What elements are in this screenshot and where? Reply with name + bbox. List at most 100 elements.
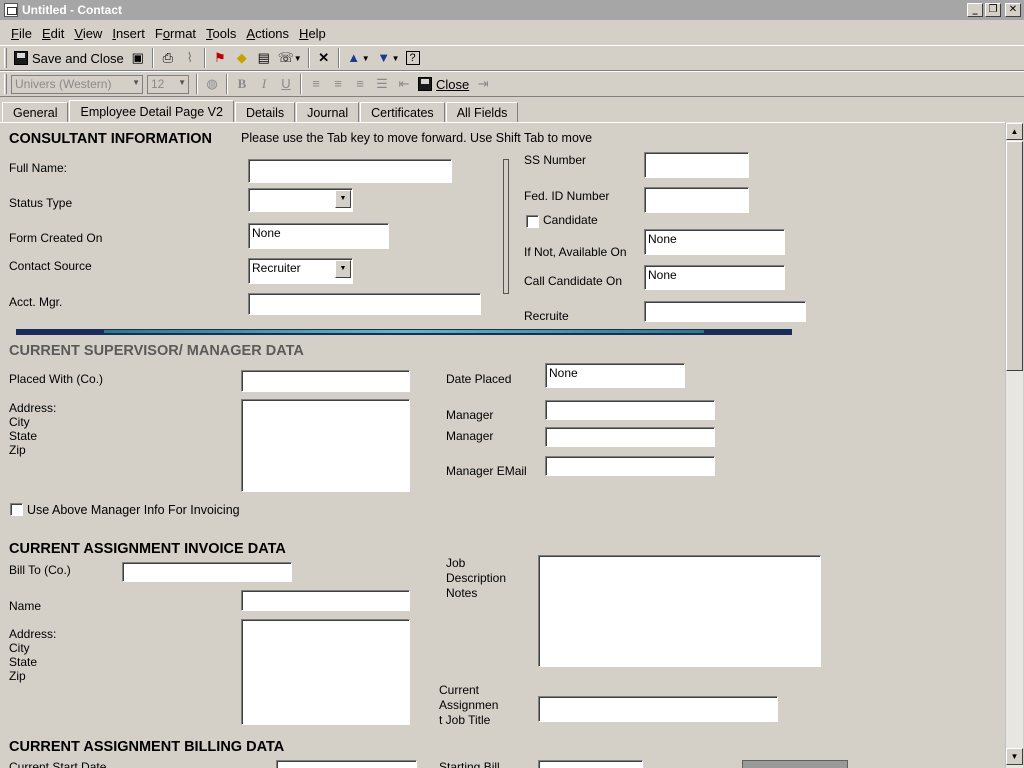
invoice-address-textarea[interactable] (241, 619, 410, 725)
job-title-label: Current Assignmen t Job Title (439, 683, 498, 728)
menu-edit[interactable]: Edit (37, 26, 69, 41)
start-date-label: Current Start Date (9, 760, 107, 768)
contact-source-dropdown[interactable]: Recruiter ▼ (248, 258, 353, 284)
restore-button[interactable]: ❐ (985, 3, 1001, 17)
font-color-button[interactable]: ◍ (201, 73, 223, 95)
address-label: Address: (9, 401, 57, 415)
menu-bar: File Edit View Insert Format Tools Actio… (0, 22, 1024, 44)
call-candidate-label: Call Candidate On (524, 274, 623, 288)
align-right-button[interactable]: ≡ (349, 73, 371, 95)
recruiter-field[interactable] (644, 301, 806, 322)
start-date-field[interactable] (276, 760, 417, 768)
italic-button[interactable]: I (253, 73, 275, 95)
save-and-close-label: Save and Close (32, 50, 124, 66)
menu-view[interactable]: View (69, 26, 107, 41)
candidate-placed-label: Candidate Placed (543, 213, 598, 227)
minimize-button[interactable]: _ (967, 3, 983, 17)
help-button[interactable]: ? (403, 47, 423, 69)
use-above-checkbox[interactable] (10, 503, 23, 516)
bullets-button[interactable]: ☰ (371, 73, 393, 95)
state-label: State (9, 429, 38, 443)
scroll-down-arrow-icon[interactable]: ▼ (1006, 748, 1023, 765)
menu-tools[interactable]: Tools (201, 26, 241, 41)
manager-first-field[interactable] (545, 400, 715, 420)
font-name-combo[interactable]: Univers (Western) ▼ (11, 74, 143, 94)
underline-button[interactable]: U (275, 73, 297, 95)
toolbar-grip[interactable] (4, 74, 7, 94)
use-above-label: Use Above Manager Info For Invoicing (27, 503, 240, 517)
tab-general[interactable]: General (2, 102, 69, 122)
tab-journal[interactable]: Journal (296, 102, 360, 122)
font-size-combo[interactable]: 12 ▼ (147, 74, 189, 94)
align-center-icon: ≡ (334, 76, 342, 91)
placed-with-field[interactable] (241, 370, 410, 392)
available-on-field[interactable]: None (644, 229, 785, 255)
job-title-field[interactable] (538, 696, 778, 722)
invoice-name-field[interactable] (241, 590, 410, 611)
tab-employee-detail[interactable]: Employee Detail Page V2 (69, 100, 234, 122)
contact-app-icon[interactable] (4, 3, 18, 17)
toolbar-separator (307, 48, 310, 68)
tab-all-fields[interactable]: All Fields (445, 102, 519, 122)
close-button[interactable]: Close (415, 73, 472, 95)
bill-to-field[interactable] (122, 562, 292, 582)
up-arrow-icon: ▲ (347, 50, 361, 65)
save-as-button[interactable]: ▣ (127, 47, 149, 69)
menu-actions[interactable]: Actions (241, 26, 294, 41)
menu-file[interactable]: File (6, 26, 37, 41)
delete-button[interactable]: ✕ (313, 47, 335, 69)
status-type-dropdown[interactable]: ▼ (248, 188, 353, 212)
fed-id-field[interactable] (644, 187, 749, 213)
increase-indent-button[interactable]: ⇥ (472, 73, 494, 95)
manager-first-label: Manager (446, 408, 494, 422)
scroll-up-arrow-icon[interactable]: ▲ (1006, 123, 1023, 140)
menu-help[interactable]: Help (294, 26, 331, 41)
align-left-button[interactable]: ≡ (305, 73, 327, 95)
close-window-button[interactable]: ✕ (1005, 3, 1021, 17)
candidate-placed-checkbox[interactable] (526, 215, 539, 228)
job-title-line-2: Assignmen (439, 698, 499, 712)
flag-button[interactable]: ⚑ (209, 47, 231, 69)
vertical-scrollbar[interactable]: ▲ ▼ (1005, 122, 1023, 768)
previous-item-button[interactable]: ▲ ▼ (343, 47, 373, 69)
title-bar: Untitled - Contact _ ❐ ✕ (0, 0, 1024, 20)
chevron-down-icon[interactable]: ▼ (335, 260, 351, 278)
phone-icon: ☏ (277, 50, 295, 65)
print-button[interactable]: ⎙ (157, 47, 179, 69)
date-placed-label: Date Placed (446, 372, 512, 386)
call-candidate-field[interactable]: None (644, 265, 785, 290)
call-contact-button[interactable]: ☏ ▼ (275, 47, 305, 69)
tab-certificates[interactable]: Certificates (360, 102, 445, 122)
help-question-icon: ? (405, 51, 420, 65)
supervisor-address-textarea[interactable] (241, 399, 410, 492)
consultant-heading: CONSULTANT INFORMATION (9, 131, 212, 147)
full-name-field[interactable] (248, 159, 452, 183)
tab-details[interactable]: Details (234, 102, 296, 122)
decrease-indent-button[interactable]: ⇤ (393, 73, 415, 95)
scrollbar-thumb[interactable] (1006, 141, 1023, 371)
chevron-down-icon[interactable]: ▼ (335, 190, 351, 208)
manager-email-field[interactable] (545, 456, 715, 476)
ss-number-field[interactable] (644, 152, 749, 178)
display-map-button[interactable]: ▤ (253, 47, 275, 69)
contact-source-label: Contact Source (9, 259, 92, 273)
starting-bill-field[interactable] (538, 760, 643, 768)
bold-button[interactable]: B (231, 73, 253, 95)
manager-last-field[interactable] (545, 427, 715, 447)
bill-to-label: Bill To (Co.) (9, 563, 71, 577)
menu-format[interactable]: Format (150, 26, 201, 41)
palette-icon: ◍ (206, 76, 218, 91)
categories-button[interactable]: ◆ (231, 47, 253, 69)
toolbar-separator (151, 48, 154, 68)
menu-insert[interactable]: Insert (107, 26, 150, 41)
toolbar-grip[interactable] (4, 48, 7, 68)
form-created-field[interactable]: None (248, 223, 389, 249)
date-placed-field[interactable]: None (545, 363, 685, 388)
align-center-button[interactable]: ≡ (327, 73, 349, 95)
attach-button[interactable]: ⌇ (179, 47, 201, 69)
close-label: Close (436, 76, 470, 92)
save-and-close-button[interactable]: Save and Close (11, 47, 127, 69)
job-description-textarea[interactable] (538, 555, 821, 667)
acct-mgr-field[interactable] (248, 293, 481, 315)
next-item-button[interactable]: ▼ ▼ (373, 47, 403, 69)
